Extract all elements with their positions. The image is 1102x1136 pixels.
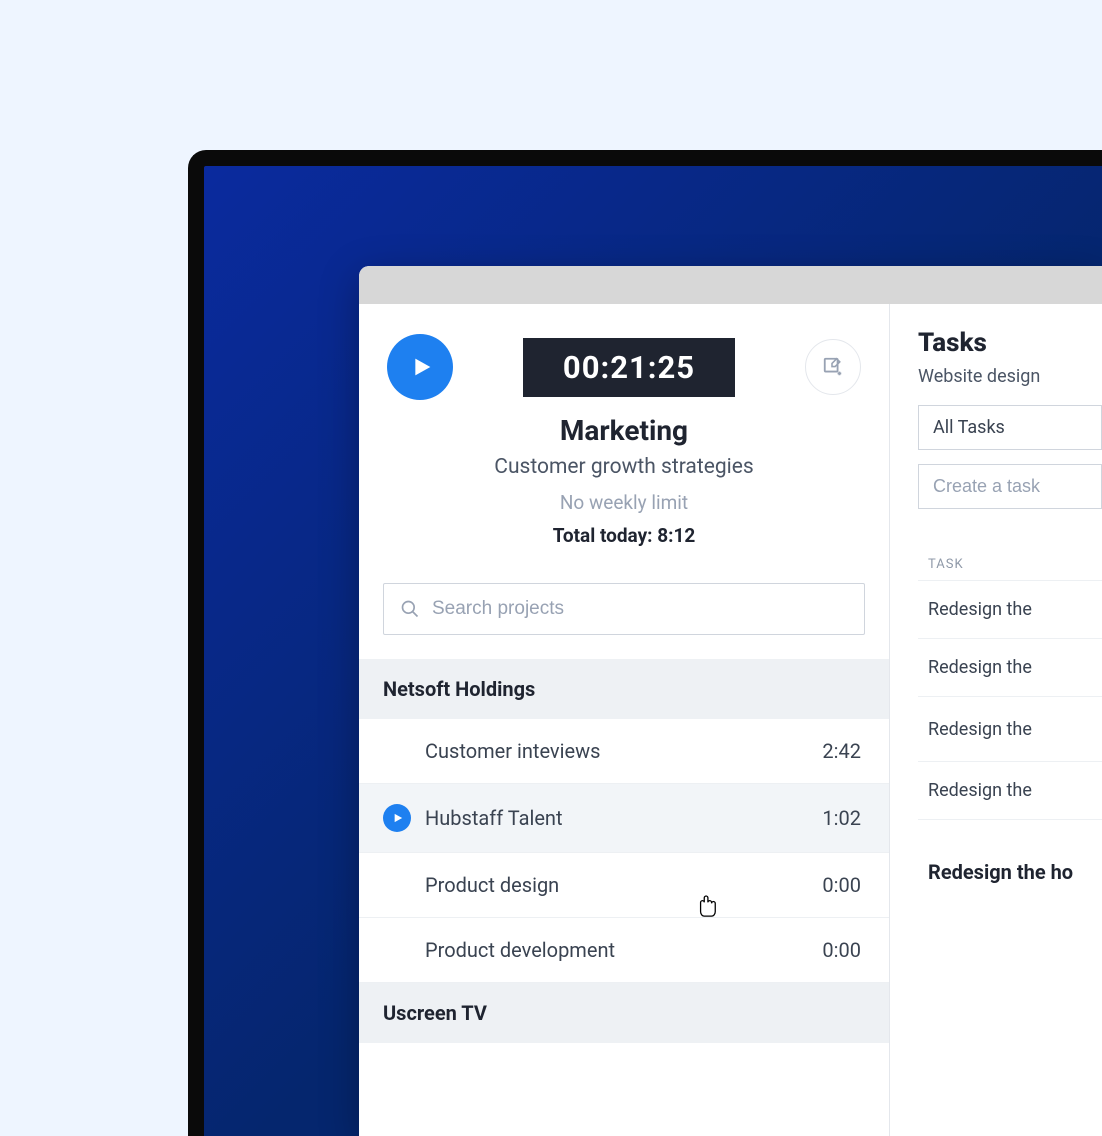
app-window: 00:21:25 Marketing Customer g (359, 266, 1102, 1136)
task-name: Redesign the (928, 657, 1032, 678)
project-play-slot (383, 804, 411, 832)
window-titlebar (359, 266, 1102, 304)
project-time: 0:00 (822, 873, 861, 897)
company-header: Uscreen TV (359, 983, 889, 1043)
project-row[interactable]: Customer inteviews 2:42 (359, 719, 889, 784)
active-project-name: Marketing (387, 414, 861, 447)
total-today-text: Total today: 8:12 (387, 524, 861, 547)
play-icon (393, 812, 403, 824)
monitor-frame: 00:21:25 Marketing Customer g (188, 150, 1102, 1136)
task-column-header: TASK (918, 549, 1102, 581)
tasks-filter-select[interactable]: All Tasks (918, 405, 1102, 450)
time-display: 00:21:25 (523, 338, 735, 397)
create-task-input[interactable] (918, 464, 1102, 509)
tasks-heading: Tasks (918, 328, 1102, 358)
start-timer-button[interactable] (387, 334, 453, 400)
task-name: Redesign the (928, 719, 1032, 740)
active-task-name: Customer growth strategies (387, 455, 861, 479)
project-time: 2:42 (822, 739, 861, 763)
project-name: Product design (425, 873, 808, 897)
project-name: Hubstaff Talent (425, 806, 808, 830)
task-row[interactable]: Redesign the (918, 639, 1102, 697)
project-name: Customer inteviews (425, 739, 808, 763)
project-play-button[interactable] (383, 804, 411, 832)
project-row[interactable]: Product development 0:00 (359, 918, 889, 983)
selected-task-footer: Redesign the ho (918, 820, 1102, 884)
project-row[interactable]: Hubstaff Talent 1:02 (359, 784, 889, 853)
project-name: Product development (425, 938, 808, 962)
search-icon (400, 599, 420, 619)
search-projects-input[interactable] (383, 583, 865, 635)
task-row[interactable]: Redesign the (918, 697, 1102, 762)
task-name: Redesign the (928, 780, 1032, 801)
project-time: 1:02 (822, 806, 861, 830)
edit-note-button[interactable] (805, 339, 861, 395)
tasks-filter-value: All Tasks (933, 417, 1005, 438)
task-row[interactable]: Redesign the (918, 762, 1102, 820)
task-name: Redesign the (928, 599, 1032, 620)
edit-icon (822, 356, 844, 378)
timer-pane: 00:21:25 Marketing Customer g (359, 304, 890, 1136)
tasks-pane: Tasks Website design All Tasks TASK Rede… (890, 304, 1102, 1136)
weekly-limit-text: No weekly limit (387, 491, 861, 514)
create-task-field[interactable] (933, 476, 1087, 497)
search-projects-field[interactable] (432, 598, 848, 620)
project-time: 0:00 (822, 938, 861, 962)
tasks-project-name: Website design (918, 366, 1102, 387)
company-header: Netsoft Holdings (359, 659, 889, 719)
project-row[interactable]: Product design 0:00 (359, 853, 889, 918)
play-icon (412, 355, 432, 379)
task-row[interactable]: Redesign the (918, 581, 1102, 639)
